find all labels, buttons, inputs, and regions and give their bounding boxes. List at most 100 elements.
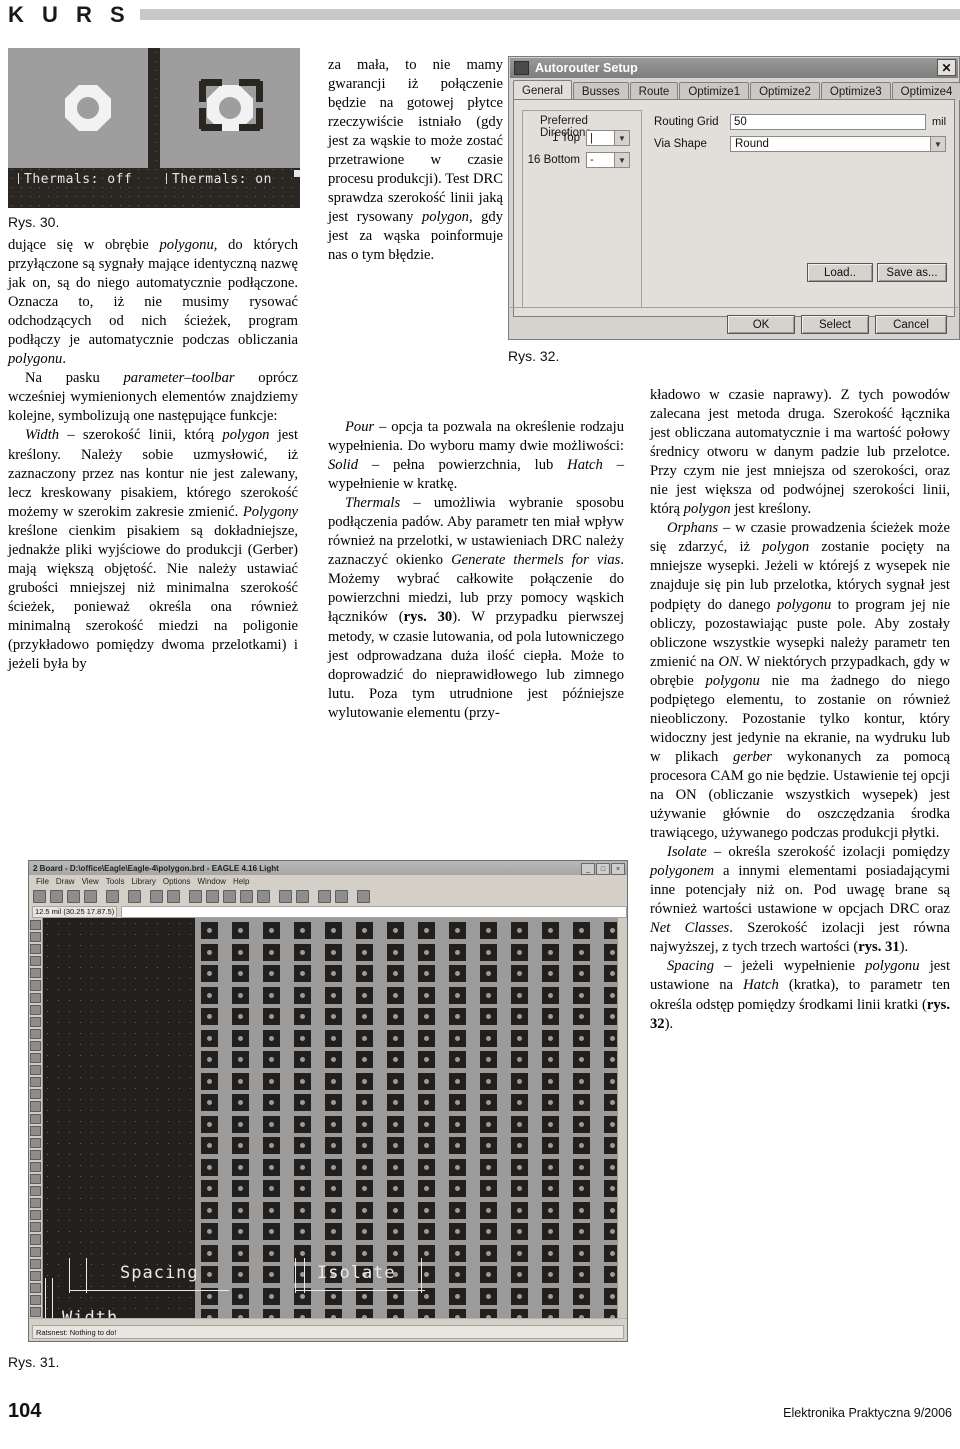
maximize-icon[interactable]: □ — [596, 863, 610, 875]
select-button[interactable]: Select — [801, 315, 869, 334]
dimension-extension-line — [45, 1278, 46, 1319]
undo-icon[interactable] — [279, 890, 292, 903]
via-shape-value: Round — [735, 138, 769, 150]
open-icon[interactable] — [33, 890, 46, 903]
board-schematic-switch-icon[interactable] — [106, 890, 119, 903]
close-icon[interactable]: × — [611, 863, 625, 875]
wire-icon[interactable] — [30, 1222, 41, 1233]
command-line-input[interactable] — [121, 905, 627, 918]
move-icon[interactable] — [30, 968, 41, 979]
tab-busses[interactable]: Busses — [572, 82, 629, 100]
circle-icon[interactable] — [30, 1246, 41, 1257]
load-button[interactable]: Load.. — [807, 263, 873, 282]
pad — [232, 1008, 249, 1025]
pad — [480, 1201, 497, 1219]
pad — [542, 1158, 559, 1176]
menu-help[interactable]: Help — [233, 877, 249, 886]
ok-button[interactable]: OK — [727, 315, 795, 334]
menu-view[interactable]: View — [82, 877, 99, 886]
redo-icon[interactable] — [296, 890, 309, 903]
direction-select-top[interactable]: | ▼ — [586, 130, 630, 146]
routing-grid-label: Routing Grid — [654, 116, 719, 128]
pad — [542, 1115, 559, 1133]
tab-optimize3[interactable]: Optimize3 — [820, 82, 891, 100]
ratsnest-icon[interactable] — [167, 890, 180, 903]
cancel-button[interactable]: Cancel — [875, 315, 947, 334]
pad — [387, 1223, 404, 1240]
eagle-board-window[interactable]: 2 Board - D:\office\Eagle\Eagle-4\polygo… — [28, 860, 628, 1342]
routing-grid-input[interactable]: 50 — [730, 114, 926, 130]
copy-icon[interactable] — [30, 980, 41, 991]
delete-icon[interactable] — [30, 1065, 41, 1076]
autorouter-setup-dialog[interactable]: Autorouter Setup ✕ General Busses Route … — [508, 56, 960, 340]
pad — [542, 1029, 559, 1047]
smash-icon[interactable] — [30, 1149, 41, 1160]
tab-optimize2[interactable]: Optimize2 — [750, 82, 820, 100]
eagle-canvas[interactable]: Spacing Isolate Width — [29, 918, 627, 1319]
pad — [356, 1201, 373, 1219]
drc-icon[interactable] — [128, 890, 141, 903]
pad — [418, 922, 435, 939]
hole-icon[interactable] — [30, 1307, 41, 1318]
zoom-fit-icon[interactable] — [189, 890, 202, 903]
close-icon[interactable]: ✕ — [937, 59, 956, 76]
name-icon[interactable] — [30, 1125, 41, 1136]
via-shape-select[interactable]: Round ▼ — [730, 136, 946, 152]
script-icon[interactable] — [335, 890, 348, 903]
chevron-down-icon[interactable]: ▼ — [614, 153, 629, 167]
show-icon[interactable] — [30, 932, 41, 943]
tab-route[interactable]: Route — [629, 82, 679, 100]
chevron-down-icon[interactable]: ▼ — [930, 137, 945, 151]
tab-optimize4[interactable]: Optimize4 — [891, 82, 960, 100]
menu-window[interactable]: Window — [197, 877, 225, 886]
arc-icon[interactable] — [30, 1258, 41, 1269]
menu-library[interactable]: Library — [131, 877, 155, 886]
zoom-in-icon[interactable] — [206, 890, 219, 903]
menu-tools[interactable]: Tools — [106, 877, 125, 886]
lock-icon[interactable] — [30, 1113, 41, 1124]
chevron-down-icon[interactable]: ▼ — [614, 131, 629, 145]
zoom-select-icon[interactable] — [240, 890, 253, 903]
minimize-icon[interactable]: _ — [581, 863, 595, 875]
menu-draw[interactable]: Draw — [56, 877, 75, 886]
zoom-out-icon[interactable] — [223, 890, 236, 903]
text-icon[interactable] — [30, 1234, 41, 1245]
group-icon[interactable] — [30, 1016, 41, 1027]
display-icon[interactable] — [30, 944, 41, 955]
ripup-icon[interactable] — [30, 1210, 41, 1221]
menu-file[interactable]: File — [36, 877, 49, 886]
tab-general[interactable]: General — [513, 80, 572, 100]
erc-icon[interactable] — [150, 890, 163, 903]
mirror-icon[interactable] — [30, 992, 41, 1003]
vertical-scrollbar[interactable] — [617, 918, 627, 1319]
split-icon[interactable] — [30, 1173, 41, 1185]
pad — [263, 1287, 280, 1305]
pinswap-icon[interactable] — [30, 1089, 41, 1100]
rect-icon[interactable] — [30, 1270, 41, 1281]
save-as-button[interactable]: Save as... — [877, 263, 947, 282]
mark-icon[interactable] — [30, 956, 41, 967]
info-icon[interactable] — [30, 920, 41, 931]
print-icon[interactable] — [67, 890, 80, 903]
redraw-icon[interactable] — [257, 890, 270, 903]
help-icon[interactable] — [357, 890, 370, 903]
save-icon[interactable] — [50, 890, 63, 903]
tab-optimize1[interactable]: Optimize1 — [679, 82, 750, 100]
add-icon[interactable] — [30, 1077, 41, 1088]
direction-select-bottom[interactable]: - ▼ — [586, 152, 630, 168]
menu-options[interactable]: Options — [163, 877, 191, 886]
pad — [356, 1072, 373, 1090]
rotate-icon[interactable] — [30, 1004, 41, 1015]
polygon-icon[interactable] — [30, 1282, 41, 1293]
cut-icon[interactable] — [30, 1040, 41, 1052]
route-icon[interactable] — [30, 1198, 41, 1209]
value-icon[interactable] — [30, 1137, 41, 1148]
optimize-icon[interactable] — [30, 1186, 41, 1197]
paste-icon[interactable] — [30, 1053, 41, 1064]
via-icon[interactable] — [30, 1294, 41, 1305]
change-icon[interactable] — [30, 1028, 41, 1039]
miter-icon[interactable] — [30, 1161, 41, 1172]
stop-icon[interactable] — [318, 890, 331, 903]
cam-processor-icon[interactable] — [84, 890, 97, 903]
replace-icon[interactable] — [30, 1101, 41, 1112]
